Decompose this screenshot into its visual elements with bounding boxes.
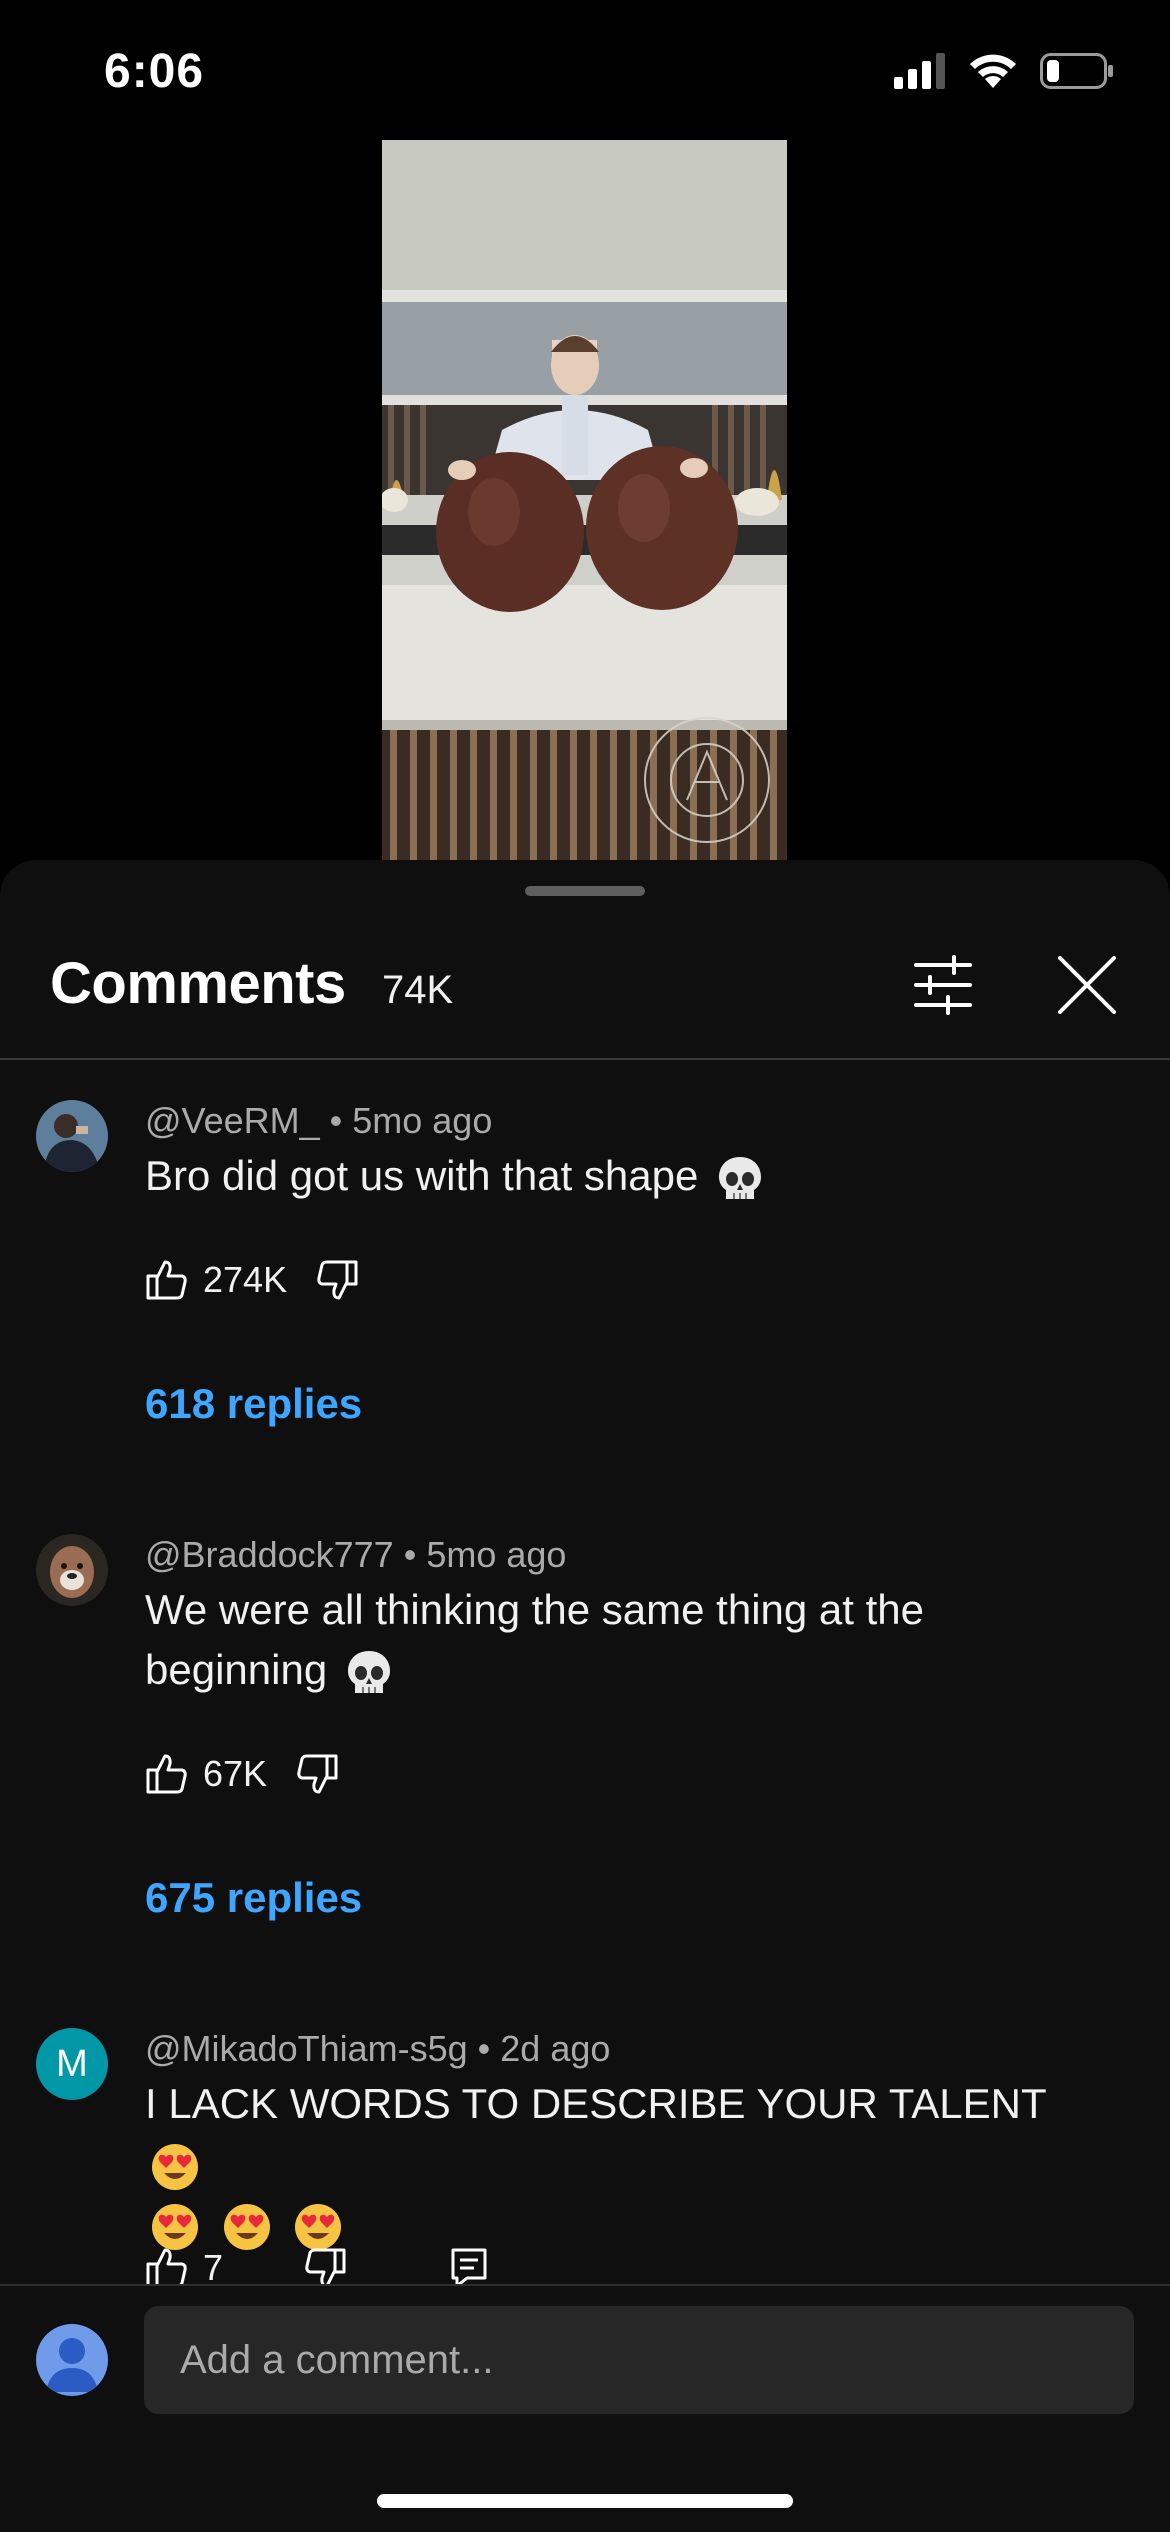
view-replies-link[interactable]: 618 replies: [145, 1380, 362, 1428]
comment-actions: 274K: [145, 1250, 359, 1310]
comment-text-block: Bro did got us with that shape: [145, 1146, 1105, 1206]
skull-emoji-icon: [719, 1156, 762, 1199]
signal-icon: [894, 53, 945, 89]
drag-handle[interactable]: [525, 886, 645, 896]
comment-composer: [0, 2284, 1170, 2532]
user-avatar-image: [36, 1100, 108, 1172]
add-comment-input[interactable]: [144, 2306, 1134, 2414]
avatar[interactable]: [36, 1100, 108, 1172]
like-icon[interactable]: [145, 1752, 189, 1796]
avatar-letter: M: [56, 2042, 88, 2085]
status-bar: 6:06: [0, 0, 1170, 140]
comment-text-block: I LACK WORDS TO DESCRIBE YOUR TALENT: [145, 2074, 1105, 2254]
comments-title: Comments: [50, 951, 346, 1016]
skull-emoji-icon: [347, 1650, 390, 1693]
heart-eyes-emoji-icon: [152, 2143, 198, 2190]
comment-text: I LACK WORDS TO DESCRIBE YOUR TALENT: [145, 2080, 1046, 2127]
close-icon: [1058, 956, 1116, 1014]
filter-button[interactable]: [908, 950, 978, 1020]
like-count: 274K: [203, 1259, 288, 1300]
comment-age: 5mo ago: [426, 1534, 567, 1575]
filter-icon: [914, 955, 972, 1015]
avatar[interactable]: M: [36, 2028, 108, 2100]
comment-author[interactable]: @Braddock777: [145, 1534, 394, 1575]
comment-text-line-2: beginning: [145, 1640, 1105, 1700]
close-button[interactable]: [1052, 950, 1122, 1020]
comment-text: beginning: [145, 1646, 328, 1693]
view-replies-link[interactable]: 675 replies: [145, 1874, 362, 1922]
comment-text: Bro did got us with that shape: [145, 1152, 699, 1199]
comment-actions: 67K: [145, 1744, 339, 1804]
dislike-icon[interactable]: [295, 1752, 339, 1796]
comment-author[interactable]: @MikadoThiam-s5g: [145, 2028, 468, 2069]
like-count: 67K: [203, 1753, 268, 1794]
comment-text-line: We were all thinking the same thing at t…: [145, 1586, 924, 1633]
meta-separator: •: [403, 1534, 427, 1575]
user-avatar-image: [36, 1534, 108, 1606]
meta-separator: •: [329, 1100, 353, 1141]
comments-header: Comments 74K: [0, 950, 1170, 1060]
status-time: 6:06: [104, 45, 205, 98]
avatar[interactable]: [36, 1534, 108, 1606]
comments-count: 74K: [382, 968, 454, 1012]
comment-meta: @MikadoThiam-s5g • 2d ago: [145, 2028, 610, 2070]
comments-sheet: Comments 74K @VeeRM_ • 5mo ago Bro did g…: [0, 860, 1170, 2532]
comment-author[interactable]: @VeeRM_: [145, 1100, 320, 1141]
comment-age: 5mo ago: [352, 1100, 493, 1141]
comment-age: 2d ago: [500, 2028, 611, 2069]
battery-icon: [1040, 53, 1113, 89]
wifi-icon: [970, 54, 1016, 88]
user-icon: [46, 2338, 98, 2392]
meta-separator: •: [477, 2028, 501, 2069]
my-avatar[interactable]: [36, 2324, 108, 2396]
video-player[interactable]: [382, 140, 787, 860]
home-indicator: [377, 2494, 793, 2508]
like-icon[interactable]: [145, 1258, 189, 1302]
status-icons: [894, 52, 1114, 90]
comment-text-block: We were all thinking the same thing at t…: [145, 1580, 1105, 1700]
header-divider: [0, 1058, 1170, 1060]
comment-meta: @Braddock777 • 5mo ago: [145, 1534, 566, 1576]
dislike-icon[interactable]: [315, 1258, 359, 1302]
video-frame: [382, 140, 787, 860]
like-count: 7: [203, 2247, 224, 2288]
comment-meta: @VeeRM_ • 5mo ago: [145, 1100, 492, 1142]
